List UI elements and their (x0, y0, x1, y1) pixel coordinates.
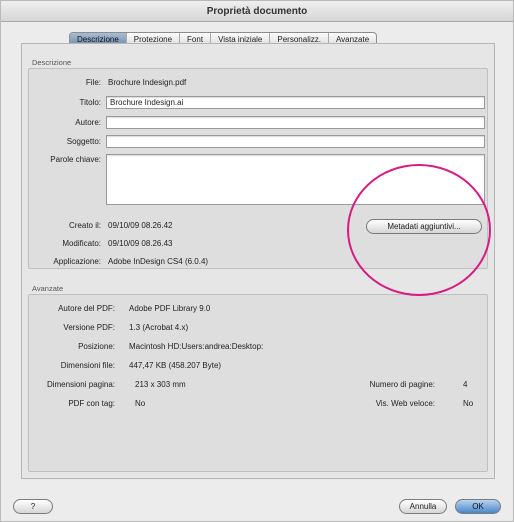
document-properties-dialog: Proprietà documento Descrizione Protezio… (0, 0, 514, 522)
file-size-label: Dimensioni file: (60, 361, 115, 370)
highlight-circle (347, 164, 491, 296)
keywords-label: Parole chiave: (50, 155, 101, 164)
fast-web-view-label: Vis. Web veloce: (375, 399, 435, 408)
page-count-label: Numero di pagine: (369, 380, 435, 389)
page-size-label: Dimensioni pagina: (46, 380, 115, 389)
fast-web-view-value: No (463, 399, 474, 408)
pdf-producer-value: Adobe PDF Library 9.0 (129, 304, 211, 313)
application-value: Adobe InDesign CS4 (6.0.4) (108, 257, 209, 266)
author-field[interactable] (106, 116, 485, 129)
file-label: File: (85, 78, 101, 87)
title-label: Titolo: (79, 98, 102, 107)
pdf-version-value: 1.3 (Acrobat 4.x) (129, 323, 189, 332)
advanced-group: Autore del PDF: Adobe PDF Library 9.0 Ve… (28, 294, 488, 472)
window-title: Proprietà documento (1, 1, 513, 22)
file-size-row: Dimensioni file: 447,47 KB (458.207 Byte… (29, 359, 489, 373)
tagged-pdf-value: No (135, 399, 146, 408)
page-count-value: 4 (463, 380, 468, 389)
advanced-section-label: Avanzate (32, 284, 64, 293)
created-value: 09/10/09 08.26.42 (108, 221, 173, 230)
application-label: Applicazione: (53, 257, 101, 266)
pdf-producer-row: Autore del PDF: Adobe PDF Library 9.0 (29, 302, 489, 316)
location-label: Posizione: (78, 342, 115, 351)
ok-button[interactable]: OK (455, 499, 501, 514)
author-label: Autore: (75, 118, 101, 127)
cancel-button[interactable]: Annulla (399, 499, 447, 514)
tagged-pdf-label: PDF con tag: (68, 399, 115, 408)
pdf-producer-label: Autore del PDF: (58, 304, 115, 313)
subject-field[interactable] (106, 135, 485, 148)
page-size-row: Dimensioni pagina: 213 x 303 mm Numero d… (29, 378, 489, 392)
subject-label: Soggetto: (66, 137, 101, 146)
pdf-version-label: Versione PDF: (63, 323, 115, 332)
location-row: Posizione: Macintosh HD:Users:andrea:Des… (29, 340, 489, 354)
modified-value: 09/10/09 08.26.43 (108, 239, 173, 248)
description-section-label: Descrizione (32, 58, 72, 67)
file-size-value: 447,47 KB (458.207 Byte) (129, 361, 222, 370)
created-label: Creato il: (68, 221, 101, 230)
help-button[interactable]: ? (13, 499, 53, 514)
page-size-value: 213 x 303 mm (135, 380, 186, 389)
file-value: Brochure Indesign.pdf (108, 78, 187, 87)
location-value: Macintosh HD:Users:andrea:Desktop: (129, 342, 264, 351)
title-field[interactable]: Brochure Indesign.ai (106, 96, 485, 109)
pdf-version-row: Versione PDF: 1.3 (Acrobat 4.x) (29, 321, 489, 335)
tagged-pdf-row: PDF con tag: No Vis. Web veloce: No (29, 397, 489, 411)
modified-label: Modificato: (62, 239, 101, 248)
file-row: File: Brochure Indesign.pdf (29, 76, 489, 90)
